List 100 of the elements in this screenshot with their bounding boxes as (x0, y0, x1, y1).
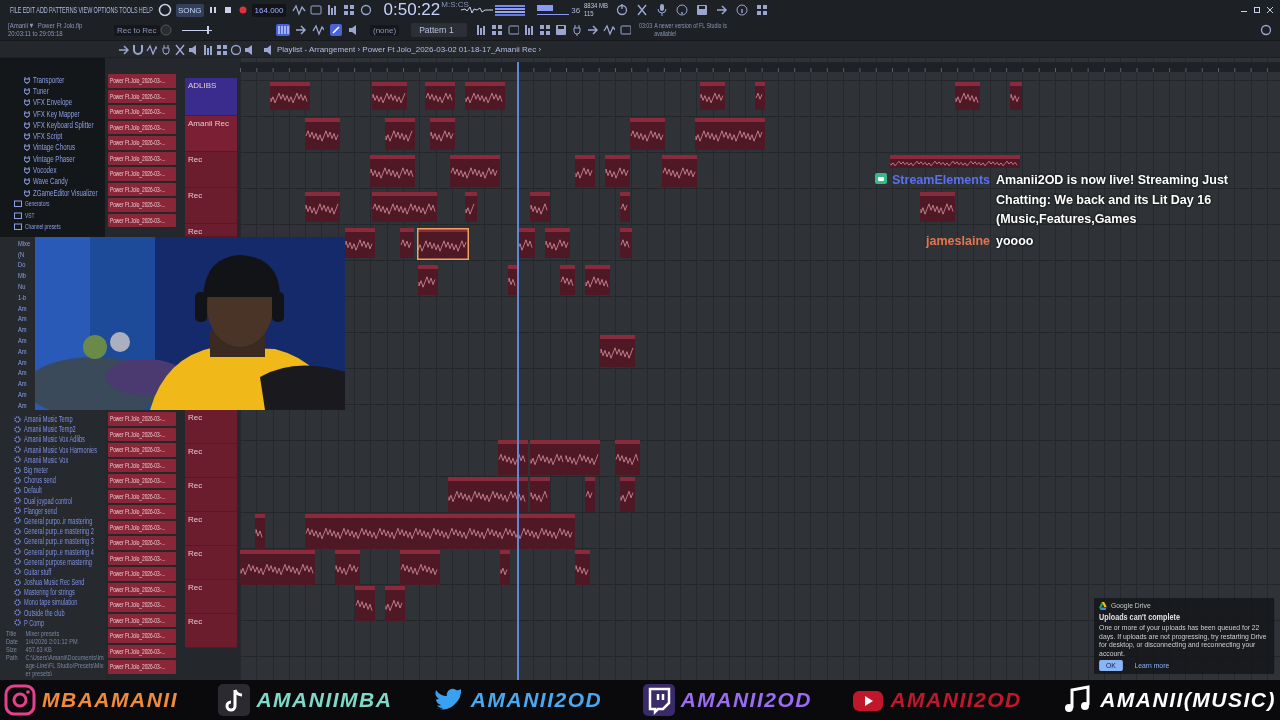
browser-item[interactable]: Am (18, 379, 27, 389)
track-header[interactable]: Rec (185, 512, 237, 546)
clip-button[interactable]: Power Ft.Jolo_2026-03-... (108, 567, 176, 581)
browser-item[interactable]: 1-b (18, 292, 27, 302)
track-header[interactable]: Amanii Rec (185, 116, 237, 152)
clip-button[interactable]: Power Ft.Jolo_2026-03-... (108, 644, 176, 658)
channel-rack-icon[interactable] (491, 23, 504, 37)
audio-clip[interactable] (530, 192, 550, 222)
track-header[interactable]: Rec (185, 152, 237, 188)
browser-item[interactable]: Vintage Chorus (33, 142, 76, 153)
preset-item[interactable]: Outside the club (24, 607, 65, 618)
learn-more-link[interactable]: Learn more (1134, 661, 1170, 671)
preset-item[interactable]: Chorus send (24, 475, 56, 486)
clip-button[interactable]: Power Ft.Jolo_2026-03-... (108, 198, 176, 212)
info-icon[interactable] (736, 3, 749, 17)
clip-button[interactable]: Power Ft.Jolo_2026-03-... (108, 89, 176, 103)
browser-item[interactable]: Vintage Phaser (33, 153, 75, 164)
preset-item[interactable]: P Comp (24, 617, 45, 628)
browser-item[interactable]: Am (18, 314, 27, 324)
track-header[interactable]: Rec (185, 478, 237, 512)
menu-item[interactable]: TOOLS (119, 5, 138, 15)
audio-clip[interactable] (448, 477, 528, 512)
clip-button[interactable]: Power Ft.Jolo_2026-03-... (108, 151, 176, 165)
browser-item[interactable]: Am (18, 400, 27, 410)
snap-field[interactable]: (none) (370, 24, 400, 36)
browser-item[interactable]: Wave Candy (33, 176, 68, 187)
audio-clip[interactable] (240, 550, 315, 585)
browser-item[interactable]: Am (18, 357, 27, 367)
audio-clip[interactable] (345, 228, 375, 258)
clip-button[interactable]: Power Ft.Jolo_2026-03-... (108, 613, 176, 627)
preset-item[interactable]: Flanger send (24, 505, 57, 516)
menu-item[interactable]: HELP (138, 5, 153, 15)
audio-clip[interactable] (755, 82, 765, 110)
clip-button[interactable]: Power Ft.Jolo_2026-03-... (108, 213, 176, 227)
clip-button[interactable]: Power Ft.Jolo_2026-03-... (108, 458, 176, 472)
menu-item[interactable]: VIEW (78, 5, 93, 15)
audio-clip[interactable] (545, 228, 570, 258)
clip-button[interactable]: Power Ft.Jolo_2026-03-... (108, 582, 176, 596)
audio-clip[interactable] (508, 265, 518, 295)
audio-clip[interactable] (425, 82, 455, 110)
delete-icon[interactable] (174, 43, 185, 55)
preset-item[interactable]: Default (24, 485, 42, 496)
restore-icon[interactable] (1253, 5, 1261, 15)
audio-clip[interactable] (305, 192, 340, 222)
audio-clip[interactable] (585, 265, 610, 295)
audio-clip[interactable] (620, 477, 635, 512)
audio-clip[interactable] (530, 440, 565, 475)
browser-item[interactable]: Vocodex (33, 165, 57, 175)
speaker-icon[interactable] (244, 43, 255, 55)
mute-icon[interactable] (188, 43, 199, 55)
clip-button[interactable]: Power Ft.Jolo_2026-03-... (108, 536, 176, 550)
clip-button[interactable]: Power Ft.Jolo_2026-03-... (108, 443, 176, 457)
audio-clip[interactable] (700, 82, 725, 110)
selected-audio-clip[interactable] (417, 228, 469, 260)
clip-button[interactable]: Power Ft.Jolo_2026-03-... (108, 474, 176, 488)
audio-clip[interactable] (355, 586, 375, 621)
preset-item[interactable]: General purpose mastering (24, 556, 92, 567)
audio-clip[interactable] (450, 155, 500, 187)
browser-item[interactable]: VFX Script (33, 131, 63, 142)
close-icon[interactable] (1266, 5, 1274, 15)
grid-icon[interactable] (756, 3, 769, 17)
wave-icon[interactable] (603, 23, 616, 37)
preset-item[interactable]: Amanii Music Vox Adlibs (24, 434, 85, 445)
browser-item[interactable]: Mixe (18, 238, 31, 248)
browser-item[interactable]: Am (18, 368, 27, 378)
audio-clip[interactable] (465, 82, 505, 110)
mixer-icon[interactable] (475, 23, 488, 37)
browser-item[interactable]: Am (18, 325, 27, 335)
window-icon[interactable] (507, 23, 520, 37)
microphone-icon[interactable] (656, 3, 669, 17)
audio-clip[interactable] (418, 265, 438, 295)
audio-clip[interactable] (500, 550, 510, 585)
chat-username[interactable]: jameslaine (926, 231, 990, 251)
preset-item[interactable]: Mastering for strings (24, 587, 75, 598)
audio-clip[interactable] (530, 477, 550, 512)
audio-clip[interactable] (695, 118, 765, 150)
audio-clip[interactable] (400, 228, 414, 258)
browser-item[interactable]: VFX Key Mapper (33, 108, 80, 119)
preset-item[interactable]: Amanii Music Temp2 (24, 424, 76, 435)
audio-clip[interactable] (575, 550, 590, 585)
audio-clip[interactable] (630, 118, 665, 150)
clip-button[interactable]: Power Ft.Jolo_2026-03-... (108, 412, 176, 426)
preset-item[interactable]: General purp..e mastering 3 (24, 536, 94, 547)
audio-clip[interactable] (575, 155, 595, 187)
clip-button[interactable]: Power Ft.Jolo_2026-03-... (108, 120, 176, 134)
preset-item[interactable]: General purp..e mastering 2 (24, 526, 94, 537)
preset-item[interactable]: Joshua Music Rec Send (24, 577, 85, 588)
clip-button[interactable]: Power Ft.Jolo_2026-03-... (108, 520, 176, 534)
audio-clip[interactable] (400, 550, 440, 585)
clip-button[interactable]: Power Ft.Jolo_2026-03-... (108, 105, 176, 119)
audio-clip[interactable] (585, 477, 595, 512)
breadcrumb[interactable]: Playlist - Arrangement › Power Ft Jolo_2026-03-02 01-18-17_Amanii Rec › (277, 44, 542, 54)
clip-button[interactable]: Power Ft.Jolo_2026-03-... (108, 629, 176, 643)
tempo-field[interactable]: 164.000 (251, 3, 286, 17)
menu-item[interactable]: FILE (10, 5, 22, 15)
audio-clip[interactable] (270, 82, 310, 110)
preset-item[interactable]: Big meter (24, 465, 48, 476)
browser-item[interactable]: Mb (18, 271, 26, 281)
circle-icon[interactable] (359, 3, 374, 17)
note-icon[interactable] (218, 684, 251, 716)
